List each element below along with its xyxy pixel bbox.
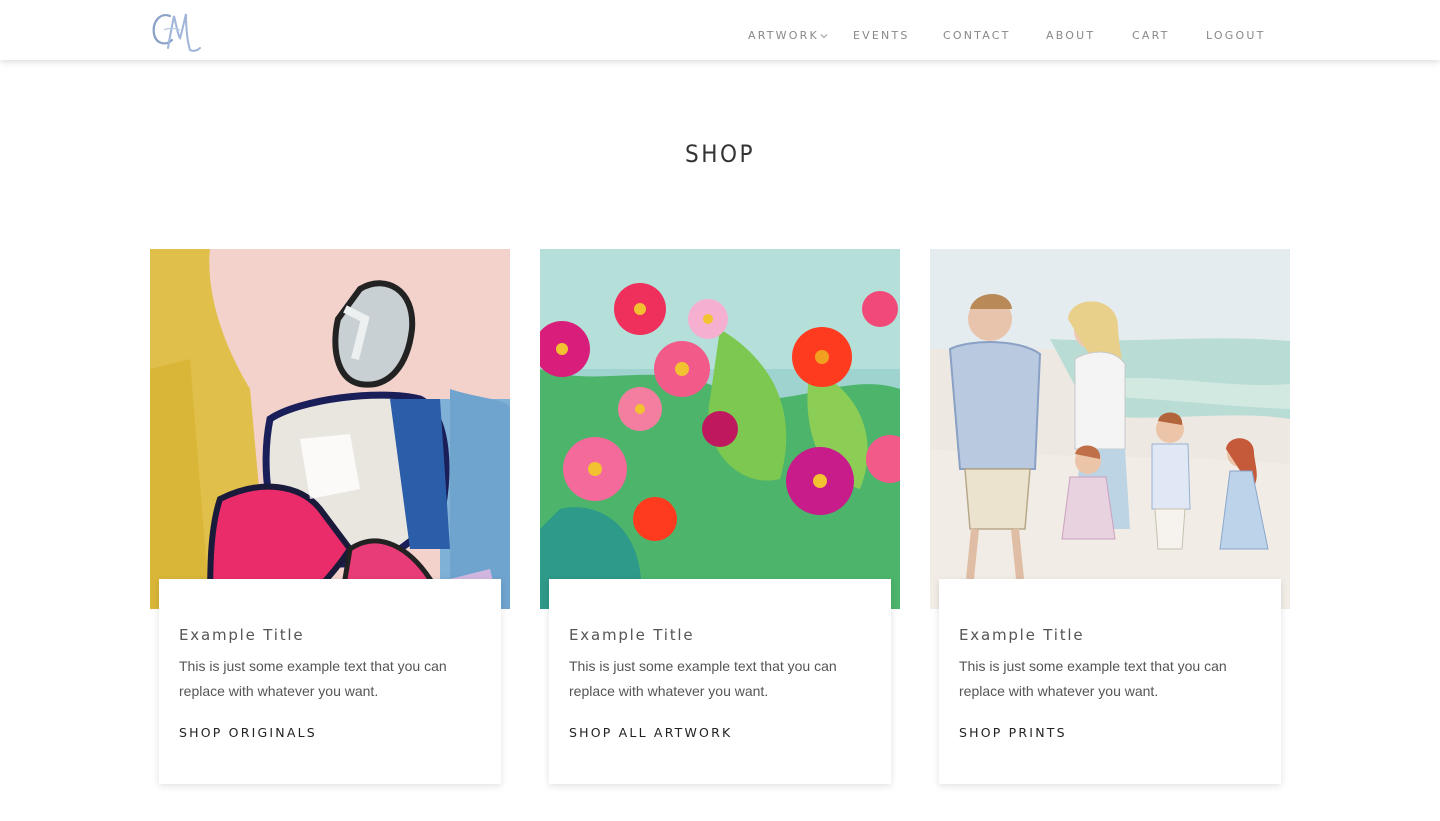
nav-logout[interactable]: LOGOUT [1206,29,1266,42]
card-text: This is just some example text that you … [569,658,837,699]
shop-originals-link[interactable]: SHOP ORIGINALS [179,725,317,740]
nav-artwork-label: ARTWORK [748,29,819,42]
card-image-originals[interactable] [150,249,510,609]
nav-contact[interactable]: CONTACT [943,29,1011,42]
card-text: This is just some example text that you … [179,658,447,699]
card-title: Example Title [179,626,305,644]
card-all-artwork: Example Title This is just some example … [549,579,891,784]
nav-cart[interactable]: CART [1132,29,1170,42]
nav-events[interactable]: EVENTS [853,29,910,42]
site-logo[interactable] [150,8,202,56]
site-header: ARTWORK EVENTS CONTACT ABOUT CART LOGOUT [0,0,1440,60]
shop-prints-link[interactable]: SHOP PRINTS [959,725,1067,740]
card-title: Example Title [959,626,1085,644]
chevron-down-icon [820,33,828,38]
card-text: This is just some example text that you … [959,658,1227,699]
nav-about[interactable]: ABOUT [1046,29,1095,42]
shop-all-artwork-link[interactable]: SHOP ALL ARTWORK [569,725,732,740]
card-image-prints[interactable] [930,249,1290,609]
card-image-all-artwork[interactable] [540,249,900,609]
nav-artwork[interactable]: ARTWORK [748,29,828,42]
card-title: Example Title [569,626,695,644]
card-originals: Example Title This is just some example … [159,579,501,784]
card-prints: Example Title This is just some example … [939,579,1281,784]
page-title: SHOP [685,140,755,168]
